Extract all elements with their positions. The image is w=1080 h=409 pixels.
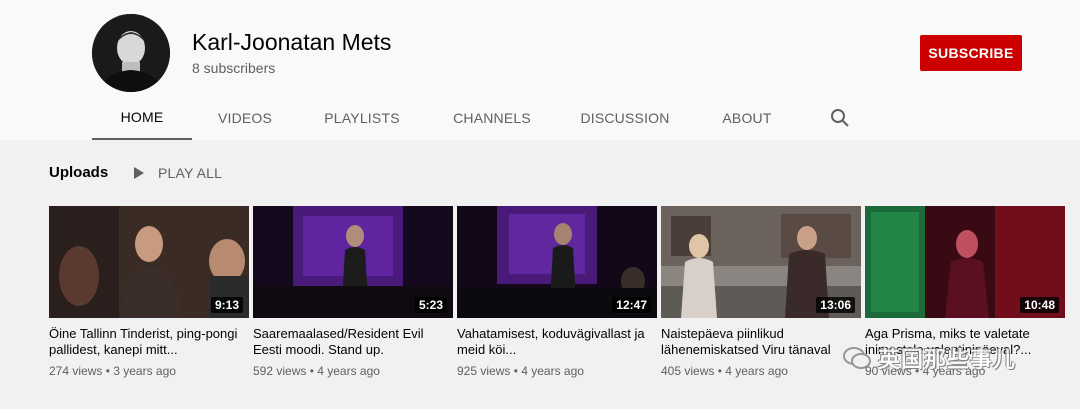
video-title[interactable]: Öine Tallinn Tinderist, ping-pongi palli… (49, 326, 249, 358)
watermark: 英国那些事儿 (842, 338, 1016, 378)
video-thumbnail[interactable]: 9:13 (49, 206, 249, 318)
video-duration: 13:06 (816, 297, 855, 313)
view-count: 925 views (457, 364, 511, 378)
search-icon[interactable] (828, 106, 852, 130)
channel-header: Karl-Joonatan Mets 8 subscribers SUBSCRI… (0, 0, 1080, 140)
video-meta: 925 views • 4 years ago (457, 364, 657, 378)
video-title[interactable]: Vahatamisest, koduvägivallast ja meid kö… (457, 326, 657, 358)
view-count: 592 views (253, 364, 307, 378)
section-title[interactable]: Uploads (49, 164, 108, 181)
watermark-text: 英国那些事儿 (878, 348, 1017, 373)
video-meta: 405 views • 4 years ago (661, 364, 861, 378)
video-thumbnail[interactable]: 10:48 (865, 206, 1065, 318)
video-thumbnail[interactable]: 5:23 (253, 206, 453, 318)
video-meta: 592 views • 4 years ago (253, 364, 453, 378)
video-card[interactable]: 5:23 Saaremaalased/Resident Evil Eesti m… (253, 206, 453, 378)
channel-name: Karl-Joonatan Mets (192, 29, 392, 55)
upload-age: 4 years ago (521, 364, 584, 378)
view-count: 405 views (661, 364, 715, 378)
tab-videos[interactable]: VIDEOS (204, 96, 286, 140)
upload-age: 4 years ago (317, 364, 380, 378)
play-icon (134, 167, 144, 179)
subscriber-count: 8 subscribers (192, 60, 276, 76)
video-title[interactable]: Naistepäeva piinlikud lähenemiskatsed Vi… (661, 326, 861, 358)
meta-separator: • (510, 364, 522, 378)
wechat-icon (843, 347, 871, 369)
video-card[interactable]: 12:47 Vahatamisest, koduvägivallast ja m… (457, 206, 657, 378)
video-title[interactable]: Saaremaalased/Resident Evil Eesti moodi.… (253, 326, 453, 358)
tab-channels[interactable]: CHANNELS (442, 96, 542, 140)
tab-playlists[interactable]: PLAYLISTS (314, 96, 410, 140)
channel-avatar[interactable] (92, 14, 170, 92)
video-thumbnail[interactable]: 12:47 (457, 206, 657, 318)
play-all-button[interactable]: PLAY ALL (132, 164, 222, 182)
video-duration: 9:13 (210, 297, 243, 313)
view-count: 274 views (49, 364, 103, 378)
meta-separator: • (102, 364, 114, 378)
video-duration: 10:48 (1020, 297, 1059, 313)
video-card[interactable]: 13:06 Naistepäeva piinlikud lähenemiskat… (661, 206, 861, 378)
meta-separator: • (306, 364, 318, 378)
meta-separator: • (714, 364, 726, 378)
channel-tabs: HOME VIDEOS PLAYLISTS CHANNELS DISCUSSIO… (92, 96, 892, 140)
video-card[interactable]: 9:13 Öine Tallinn Tinderist, ping-pongi … (49, 206, 249, 378)
play-all-label: PLAY ALL (158, 165, 223, 181)
upload-age: 3 years ago (113, 364, 176, 378)
subscribe-button[interactable]: SUBSCRIBE (920, 35, 1022, 71)
upload-age: 4 years ago (725, 364, 788, 378)
video-duration: 5:23 (414, 297, 447, 313)
video-thumbnail[interactable]: 13:06 (661, 206, 861, 318)
video-meta: 274 views • 3 years ago (49, 364, 249, 378)
tab-discussion[interactable]: DISCUSSION (572, 96, 678, 140)
tab-about[interactable]: ABOUT (712, 96, 782, 140)
tab-home[interactable]: HOME (92, 96, 192, 140)
video-duration: 12:47 (612, 297, 651, 313)
